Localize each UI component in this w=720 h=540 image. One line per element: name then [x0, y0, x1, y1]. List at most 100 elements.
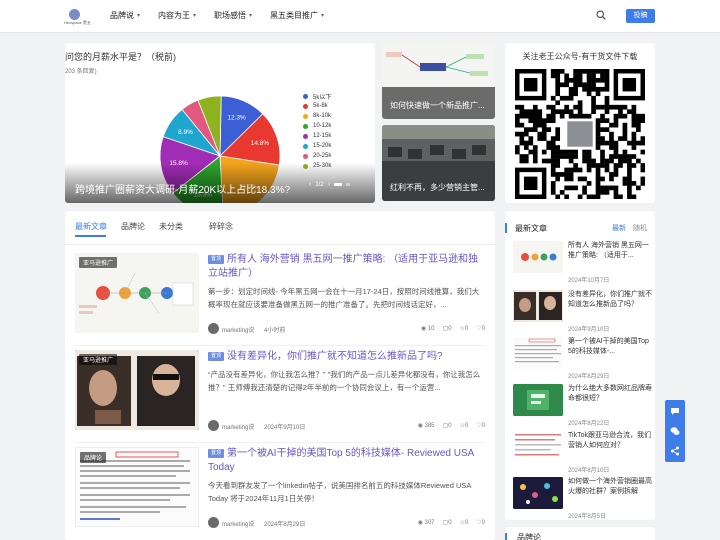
comments-count[interactable]: ▢0: [443, 325, 452, 332]
nav-item-content[interactable]: 内容为王 ▾: [158, 10, 196, 21]
thumb-image: [513, 241, 563, 273]
submit-post-button[interactable]: 投稿: [626, 9, 655, 23]
article-title[interactable]: 置顶 没有差异化，你们推广就不知道怎么推新品了吗?: [208, 350, 483, 364]
author-name[interactable]: marketing说: [222, 325, 254, 334]
article-item[interactable]: 亚马逊推广 置顶 所有人 海外营销 黑五网一推广策略: （适用于亚马逊和独立站推广…: [75, 253, 485, 343]
featured-card-1[interactable]: 如何快速做一个新品推广...: [382, 43, 495, 119]
search-icon[interactable]: [596, 10, 606, 20]
sidebar-post-title[interactable]: 所有人 海外营销 黑五网一推广策略: （适用于...: [568, 241, 654, 261]
slide-dot-active[interactable]: [334, 183, 343, 186]
legend-item: 12-15k: [303, 131, 331, 141]
hero-slider[interactable]: 问您的月薪水平是？（税前) 203 条回复) 12.3%14.8%21.7%15…: [65, 43, 375, 203]
sidebar-post-item[interactable]: 没有差异化，你们推广就不知道怎么推新品了吗？ 2024年9月10日: [513, 290, 653, 336]
article-meta: marketing说 2024年9月10日 ◉ 385 ▢0 ☆0 ♡0: [208, 420, 485, 432]
sidebar-post-thumbnail[interactable]: [513, 431, 563, 463]
article-title-text: 第一个被AI干掉的美国Top 5的科技媒体- Reviewed USA Toda…: [208, 448, 474, 473]
sidebar-post-thumbnail[interactable]: [513, 477, 563, 509]
sidebar-post-item[interactable]: 如何做一个海外营销圈最高火爆的社群？案例拆解 2024年8月5日: [513, 477, 653, 520]
sidebar-post-date: 2024年8月29日: [568, 374, 610, 380]
comments-count[interactable]: ▢0: [443, 422, 452, 429]
slide-dot[interactable]: [346, 183, 351, 186]
qr-code-card: 关注老王公众号-有干货文件下载: [505, 43, 655, 203]
sidebar-post-date: 2024年8月5日: [568, 514, 607, 520]
author-avatar[interactable]: [208, 420, 219, 431]
author-name[interactable]: marketing说: [222, 422, 254, 431]
article-thumbnail[interactable]: 亚马逊推广: [75, 253, 199, 333]
legend-swatch: [303, 113, 308, 119]
article-item[interactable]: 品牌论 置顶 第一个被AI干掉的美国Top 5的科技媒体- Reviewed US…: [75, 447, 485, 537]
next-arrow-icon[interactable]: ›: [328, 181, 330, 188]
prev-arrow-icon[interactable]: ‹: [309, 181, 311, 188]
stars-count[interactable]: ☆0: [460, 325, 469, 332]
sort-random[interactable]: 随机: [633, 225, 647, 232]
sidebar-post-date: 2024年10月7日: [568, 278, 610, 284]
article-thumbnail[interactable]: 亚马逊推广: [75, 350, 199, 430]
sidebar-post-thumbnail[interactable]: [513, 290, 563, 322]
article-item[interactable]: 亚马逊推广 置顶 没有差异化，你们推广就不知道怎么推新品了吗? “产品没有差异化，…: [75, 350, 485, 440]
author-avatar[interactable]: [208, 323, 219, 334]
article-category-tag[interactable]: 亚马逊推广: [79, 257, 118, 268]
likes-count[interactable]: ♡0: [476, 519, 485, 526]
sidebar-post-item[interactable]: 所有人 海外营销 黑五网一推广策略: （适用于... 2024年10月7日: [513, 241, 653, 287]
nav-label: 品牌说: [110, 11, 134, 20]
tab-uncategorized[interactable]: 未分类: [159, 221, 183, 232]
sidebar-post-thumbnail[interactable]: [513, 241, 563, 273]
main-nav: 品牌说 ▾ 内容为王 ▾ 职场感悟 ▾ 黑五类目推广 ▾: [110, 10, 342, 21]
sidebar-post-thumbnail[interactable]: [513, 384, 563, 416]
tab-notes[interactable]: 碎碎念: [209, 221, 233, 232]
article-category-tag[interactable]: 亚马逊推广: [79, 354, 118, 365]
chevron-down-icon: ▾: [137, 13, 141, 19]
article-title-text: 所有人 海外营销 黑五网一推广策略: （适用于亚马逊和独立站推广）: [208, 254, 479, 279]
slider-pager: ‹ 1/2 ›: [309, 181, 351, 188]
slide-counter: 1/2: [315, 181, 324, 188]
legend-item: 20-25k: [303, 151, 331, 161]
sidebar-post-thumbnail[interactable]: [513, 337, 563, 369]
sidebar-post-title[interactable]: 为什么绝大多数网红品牌寿命都很短？: [568, 384, 654, 404]
sidebar-post-title[interactable]: 如何做一个海外营销圈最高火爆的社群？案例拆解: [568, 477, 654, 497]
sidebar-post-title[interactable]: 第一个被AI干掉的美国Top 5的科技媒体-...: [568, 337, 654, 357]
pie-data-label: 14.8%: [251, 140, 270, 147]
sidebar-title: 最新文章: [515, 224, 547, 233]
author-name[interactable]: marketing说: [222, 519, 254, 528]
site-logo[interactable]: Hexspace 黑五: [64, 9, 91, 25]
sidebar-post-item[interactable]: 为什么绝大多数网红品牌寿命都很短？ 2024年8月22日: [513, 384, 653, 430]
article-meta: marketing说 2024年8月29日 ◉ 307 ▢0 ☆0 ♡0: [208, 517, 485, 529]
sort-latest[interactable]: 最新: [612, 225, 626, 232]
legend-label: 15-20k: [313, 143, 332, 149]
author-avatar[interactable]: [208, 517, 219, 528]
stars-count[interactable]: ☆0: [460, 422, 469, 429]
legend-swatch: [303, 133, 308, 139]
sidebar-post-title[interactable]: 没有差异化，你们推广就不知道怎么推新品了吗？: [568, 290, 654, 310]
article-title[interactable]: 置顶 所有人 海外营销 黑五网一推广策略: （适用于亚马逊和独立站推广）: [208, 253, 483, 281]
tab-brand[interactable]: 品牌论: [121, 221, 145, 232]
share-icon[interactable]: [670, 446, 680, 456]
sidebar-post-title[interactable]: TikTok跟亚马逊合流，我们营销人如何应对？: [568, 431, 654, 451]
featured-card-2[interactable]: 红利不再，多少营销主管...: [382, 125, 495, 201]
nav-item-brand[interactable]: 品牌说 ▾: [110, 10, 140, 21]
article-excerpt: 今天看到群友发了一个linkedin帖子，说美国排名前五的科技媒体Reviewe…: [208, 481, 471, 503]
chat-icon[interactable]: [670, 406, 680, 416]
sidebar-post-item[interactable]: TikTok跟亚马逊合流，我们营销人如何应对？ 2024年8月10日: [513, 431, 653, 477]
views-value: 385: [424, 423, 435, 429]
sidebar-post-date: 2024年9月10日: [568, 327, 610, 333]
hero-caption[interactable]: 跨境推广圈薪资大调研-月薪20K以上占比18.3%?: [75, 181, 290, 196]
article-thumbnail[interactable]: 品牌论: [75, 447, 199, 527]
chevron-down-icon: ▾: [193, 13, 197, 19]
stars-count[interactable]: ☆0: [460, 519, 469, 526]
sidebar-post-item[interactable]: 第一个被AI干掉的美国Top 5的科技媒体-... 2024年8月29日: [513, 337, 653, 383]
thumb-image: [513, 431, 563, 463]
article-meta: marketing说 4小时前 ◉ 10 ▢0 ☆0 ♡0: [208, 323, 485, 335]
views-count: ◉ 307: [418, 519, 435, 526]
nav-label: 职场感悟: [214, 11, 247, 20]
pinned-badge: 置顶: [208, 448, 225, 458]
likes-count[interactable]: ♡0: [476, 325, 485, 332]
article-title[interactable]: 置顶 第一个被AI干掉的美国Top 5的科技媒体- Reviewed USA To…: [208, 447, 483, 475]
wechat-icon[interactable]: [670, 426, 680, 436]
nav-item-career[interactable]: 职场感悟 ▾: [214, 10, 252, 21]
likes-count[interactable]: ♡0: [476, 422, 485, 429]
tab-latest[interactable]: 最新文章: [75, 221, 107, 232]
comments-count[interactable]: ▢0: [443, 519, 452, 526]
article-category-tag[interactable]: 品牌论: [80, 452, 107, 463]
nav-item-blackfive[interactable]: 黑五类目推广 ▾: [270, 10, 324, 21]
sidebar-brand-title: 品牌论: [517, 533, 541, 540]
